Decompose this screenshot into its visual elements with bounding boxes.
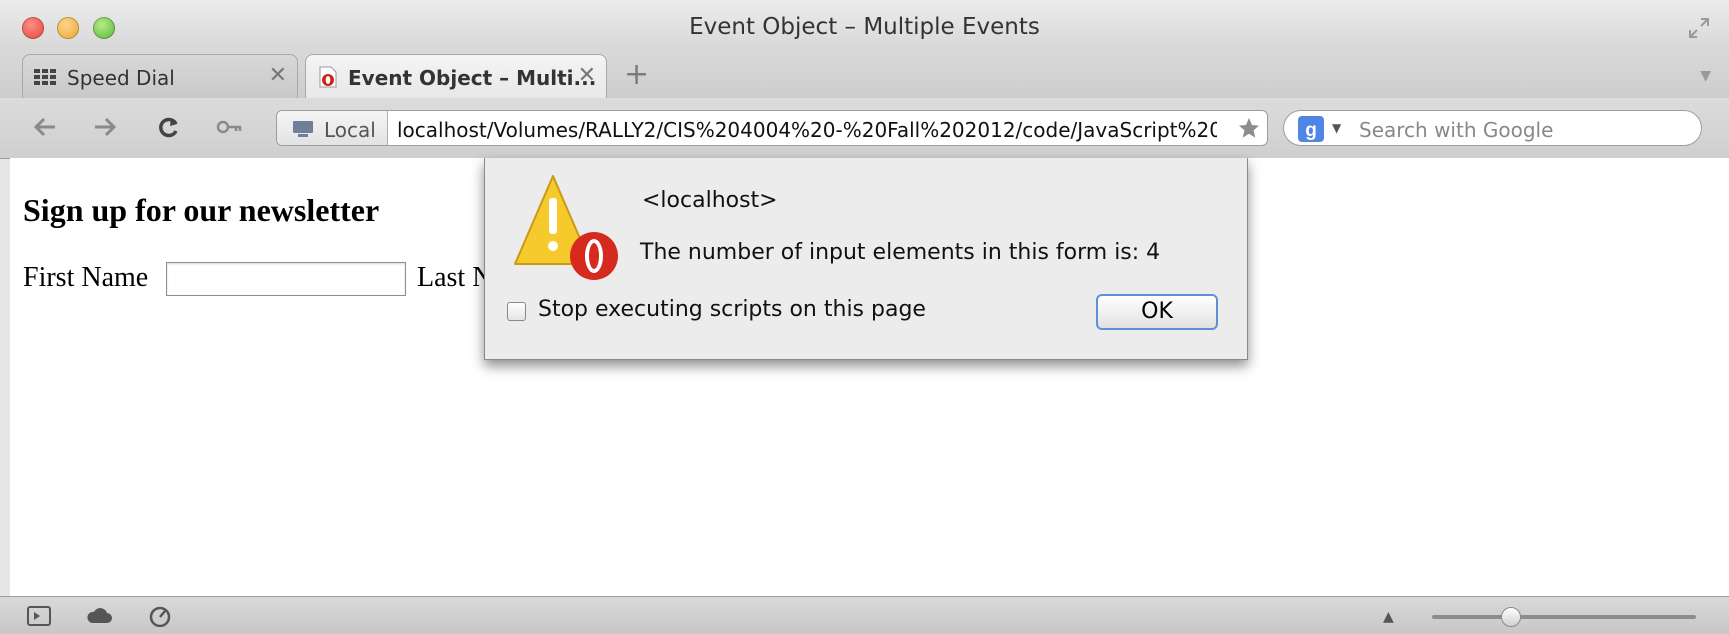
search-placeholder: Search with Google xyxy=(1359,118,1554,142)
google-logo-icon: g xyxy=(1298,116,1324,142)
dialog-message: The number of input elements in this for… xyxy=(640,240,1161,265)
computer-icon xyxy=(293,121,313,137)
address-bar[interactable]: Local localhost/Volumes/RALLY2/CIS%20400… xyxy=(276,110,1268,146)
location-chip-label: Local xyxy=(324,118,376,142)
stop-scripts-checkbox[interactable] xyxy=(507,302,526,321)
navigation-toolbar: Local localhost/Volumes/RALLY2/CIS%20400… xyxy=(0,98,1729,159)
search-engine-chevron-icon[interactable]: ▼ xyxy=(1332,121,1341,135)
speedometer-icon[interactable] xyxy=(147,605,173,627)
bookmark-star-icon[interactable] xyxy=(1237,116,1261,140)
window-title: Event Object – Multiple Events xyxy=(689,14,1040,40)
key-icon[interactable] xyxy=(214,112,244,142)
tab-label: Speed Dial xyxy=(67,66,175,90)
new-tab-plus-icon[interactable]: + xyxy=(624,57,649,92)
reload-icon[interactable] xyxy=(154,112,184,142)
tab-speed-dial[interactable]: Speed Dial ✕ xyxy=(22,54,298,98)
title-bar: Event Object – Multiple Events xyxy=(0,0,1729,54)
first-name-label: First Name xyxy=(23,262,149,293)
dialog-origin: <localhost> xyxy=(642,188,778,213)
search-field[interactable]: g ▼ Search with Google xyxy=(1283,110,1702,146)
alert-dialog: <localhost> The number of input elements… xyxy=(484,158,1248,360)
zoom-slider-thumb[interactable] xyxy=(1501,607,1522,627)
browser-window: Event Object – Multiple Events Speed Dia… xyxy=(0,0,1729,634)
zoom-triangle-icon[interactable]: ▲ xyxy=(1383,609,1394,625)
forward-arrow-icon[interactable] xyxy=(90,112,120,142)
opera-warning-icon xyxy=(514,175,618,280)
tab-close-icon[interactable]: ✕ xyxy=(578,63,596,88)
first-name-input[interactable] xyxy=(166,262,406,296)
tab-close-icon[interactable]: ✕ xyxy=(269,63,287,88)
tab-label: Event Object – Multi... xyxy=(348,66,597,90)
tab-list-chevron-icon[interactable]: ▼ xyxy=(1700,68,1711,84)
tab-bar: Speed Dial ✕ Event Object – Multi... ✕ +… xyxy=(0,50,1729,99)
speed-dial-grid-icon xyxy=(34,69,56,85)
back-arrow-icon[interactable] xyxy=(30,112,60,142)
location-chip[interactable]: Local xyxy=(277,111,388,145)
svg-text:g: g xyxy=(1305,120,1317,141)
status-bar: ▲ xyxy=(0,596,1729,634)
url-text[interactable]: localhost/Volumes/RALLY2/CIS%204004%20-%… xyxy=(397,118,1217,142)
opera-unite-cloud-icon[interactable] xyxy=(86,605,112,627)
fullscreen-icon[interactable] xyxy=(1687,16,1711,40)
page-heading: Sign up for our newsletter xyxy=(23,192,380,228)
ok-button[interactable]: OK xyxy=(1096,294,1218,330)
stop-scripts-label[interactable]: Stop executing scripts on this page xyxy=(538,297,926,322)
panel-toggle-icon[interactable] xyxy=(26,605,52,627)
opera-page-icon xyxy=(319,66,337,88)
tab-event-object[interactable]: Event Object – Multi... ✕ xyxy=(305,54,607,98)
zoom-slider[interactable] xyxy=(1432,607,1696,627)
